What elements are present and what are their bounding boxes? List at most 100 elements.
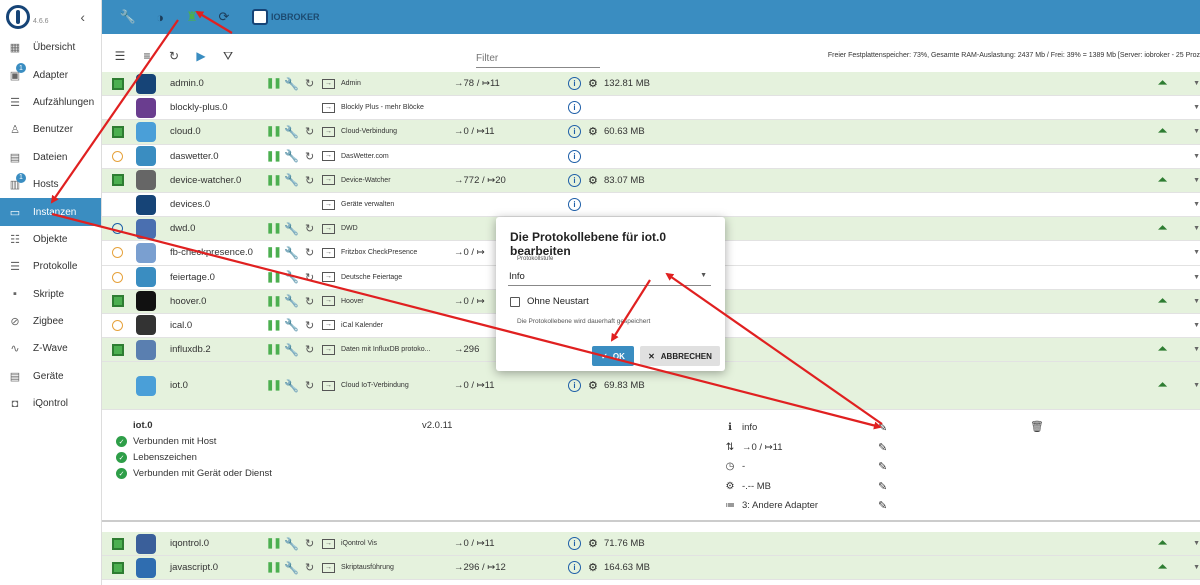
instance-row[interactable]: javascript.0 ❚❚ 🔧 ↻ → Skriptausführung →296 / … <box>102 556 1200 581</box>
pause-icon[interactable]: ❚❚ <box>266 175 282 186</box>
host-icon[interactable]: ⏶ <box>1158 174 1167 187</box>
wrench-icon[interactable]: 🔧 <box>284 270 299 284</box>
host-icon[interactable]: ⏶ <box>1158 222 1167 235</box>
filter-input[interactable] <box>476 50 600 68</box>
running-status-icon[interactable] <box>112 174 124 187</box>
open-web-icon[interactable]: → <box>322 78 335 89</box>
sidebar-item-objekte[interactable]: ☷ Objekte <box>0 226 101 253</box>
instance-row[interactable]: device-watcher.0 ❚❚ 🔧 ↻ → Device-Watcher →772 … <box>102 168 1200 193</box>
host-icon[interactable]: ⏶ <box>1158 343 1167 356</box>
restart-icon[interactable]: ↻ <box>305 319 314 332</box>
pause-icon[interactable]: ❚❚ <box>266 296 282 307</box>
sidebar-item-iqontrol[interactable]: ◘ iQontrol <box>0 390 101 417</box>
wrench-icon[interactable]: 🔧 <box>284 246 299 260</box>
restart-icon[interactable]: ↻ <box>305 561 314 574</box>
edit-icon[interactable]: ✎ <box>878 441 887 454</box>
restart-icon[interactable]: ↻ <box>305 295 314 308</box>
open-web-icon[interactable]: → <box>322 175 335 186</box>
info-icon[interactable]: i <box>568 173 581 187</box>
wrench-icon[interactable]: 🔧 <box>284 222 299 236</box>
info-icon[interactable]: i <box>568 379 581 393</box>
pause-icon[interactable]: ❚❚ <box>266 223 282 234</box>
filter-icon[interactable]: ⛛ <box>220 48 236 64</box>
chevron-down-icon[interactable]: ▼ <box>1193 298 1200 305</box>
instance-row[interactable]: cloud.0 ❚❚ 🔧 ↻ → Cloud-Verbindung →0 / ↦11 i ⚙ 60… <box>102 120 1200 145</box>
running-status-icon[interactable] <box>112 561 124 574</box>
info-icon[interactable]: i <box>568 125 581 139</box>
chevron-down-icon[interactable]: ▼ <box>1193 322 1200 329</box>
wrench-icon[interactable]: 🔧 <box>284 125 299 139</box>
restart-icon[interactable]: ↻ <box>305 77 314 90</box>
restart-icon[interactable]: ↻ <box>305 379 314 392</box>
host-icon[interactable]: ⏶ <box>1158 295 1167 308</box>
sidebar-item-protokolle[interactable]: ☰ Protokolle <box>0 253 101 280</box>
open-web-icon[interactable]: → <box>322 151 335 162</box>
open-web-icon[interactable]: → <box>322 562 335 573</box>
chevron-down-icon[interactable]: ▼ <box>1193 346 1200 353</box>
pause-icon[interactable]: ❚❚ <box>266 151 282 162</box>
info-icon[interactable]: i <box>568 149 581 163</box>
edit-icon[interactable]: ✎ <box>878 499 887 512</box>
chevron-down-icon[interactable]: ▼ <box>1193 564 1200 571</box>
open-web-icon[interactable]: → <box>322 272 335 283</box>
sidebar-item-aufzählungen[interactable]: ☰ Aufzählungen <box>0 89 101 116</box>
open-web-icon[interactable]: → <box>322 223 335 234</box>
wrench-icon[interactable]: 🔧 <box>284 294 299 308</box>
chevron-down-icon[interactable]: ▼ <box>1193 153 1200 160</box>
host-icon[interactable]: ⏶ <box>1158 537 1167 550</box>
pause-icon[interactable]: ❚❚ <box>266 562 282 573</box>
chevron-down-icon[interactable]: ▼ <box>1193 104 1200 111</box>
running-status-icon[interactable] <box>112 125 124 138</box>
compact-view-icon[interactable]: ≡ <box>139 48 155 64</box>
restart-icon[interactable]: ↻ <box>305 222 314 235</box>
sync-icon[interactable]: ⟳ <box>216 9 232 25</box>
wrench-icon[interactable]: 🔧 <box>284 343 299 357</box>
open-web-icon[interactable]: → <box>322 296 335 307</box>
host-icon[interactable]: ⏶ <box>1158 77 1167 90</box>
edit-icon[interactable]: ✎ <box>878 460 887 473</box>
restart-icon[interactable]: ↻ <box>305 174 314 187</box>
sidebar-item-benutzer[interactable]: ♙ Benutzer <box>0 116 101 143</box>
reload-icon[interactable]: ↻ <box>166 48 182 64</box>
pause-icon[interactable]: ❚❚ <box>266 126 282 137</box>
info-icon[interactable]: i <box>568 101 581 115</box>
open-web-icon[interactable]: → <box>322 102 335 113</box>
restart-icon[interactable]: ↻ <box>305 125 314 138</box>
open-web-icon[interactable]: → <box>322 344 335 355</box>
sidebar-item-z-wave[interactable]: ∿ Z-Wave <box>0 335 101 362</box>
running-status-icon[interactable] <box>112 77 124 90</box>
host-icon[interactable]: ⏶ <box>1158 561 1167 574</box>
instance-row[interactable]: daswetter.0 ❚❚ 🔧 ↻ → DasWetter.com i ▼ <box>102 145 1200 169</box>
chevron-down-icon[interactable]: ▼ <box>1193 177 1200 184</box>
restart-icon[interactable]: ↻ <box>305 246 314 259</box>
instance-row[interactable]: blockly-plus.0 → Blockly Plus - mehr Blöck… <box>102 96 1200 121</box>
theme-icon[interactable]: ◑ <box>152 9 168 25</box>
without-restart-checkbox[interactable]: Ohne Neustart <box>510 296 589 307</box>
pause-icon[interactable]: ❚❚ <box>266 272 282 283</box>
instance-row[interactable]: devices.0 → Geräte verwalten i ▼ <box>102 193 1200 218</box>
info-icon[interactable]: i <box>568 198 581 212</box>
restart-icon[interactable]: ↻ <box>305 343 314 356</box>
sidebar-item-geräte[interactable]: ▤ Geräte <box>0 363 101 390</box>
sidebar-item-hosts[interactable]: ▥ 1 Hosts <box>0 171 101 198</box>
play-icon[interactable]: ▶ <box>193 48 209 64</box>
running-status-icon[interactable] <box>112 537 124 550</box>
list-view-icon[interactable]: ☰ <box>112 48 128 64</box>
ok-button[interactable]: ✓ OK <box>592 346 634 366</box>
chevron-down-icon[interactable]: ▼ <box>1193 80 1200 87</box>
restart-icon[interactable]: ↻ <box>305 271 314 284</box>
collapse-sidebar-icon[interactable]: ‹ <box>80 9 85 25</box>
wrench-icon[interactable]: 🔧 <box>284 149 299 163</box>
log-level-select[interactable]: Info ▼ <box>508 268 711 286</box>
wrench-icon[interactable]: 🔧 <box>284 318 299 332</box>
open-web-icon[interactable]: → <box>322 380 335 391</box>
wrench-icon[interactable]: 🔧 <box>284 561 299 575</box>
pause-icon[interactable]: ❚❚ <box>266 320 282 331</box>
wrench-icon[interactable]: 🔧 <box>284 379 299 393</box>
checkbox-box[interactable] <box>510 296 520 307</box>
open-web-icon[interactable]: → <box>322 538 335 549</box>
sidebar-item-instanzen[interactable]: ▭ Instanzen <box>0 198 101 226</box>
edit-icon[interactable]: ✎ <box>878 421 887 434</box>
restart-icon[interactable]: ↻ <box>305 537 314 550</box>
chevron-down-icon[interactable]: ▼ <box>1193 382 1200 389</box>
